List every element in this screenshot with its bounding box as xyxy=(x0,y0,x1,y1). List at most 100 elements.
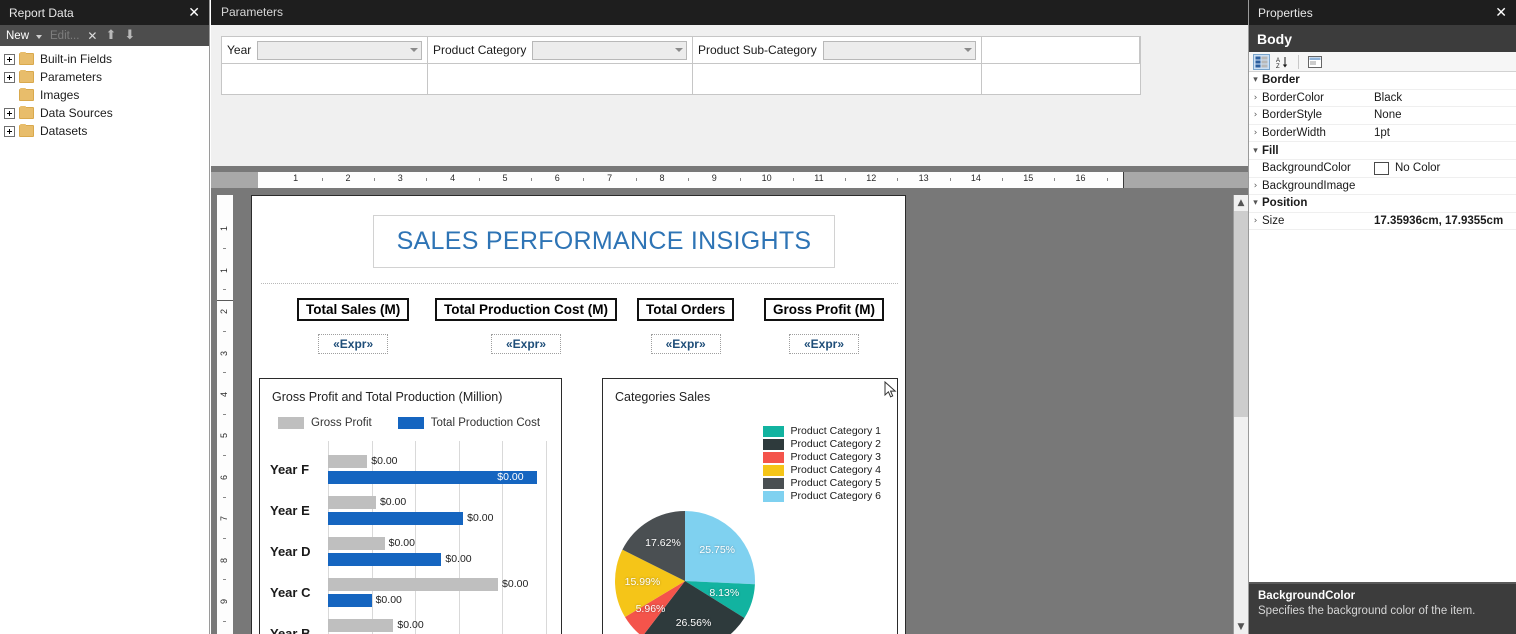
tree-item-built-in-fields[interactable]: Built-in Fields xyxy=(0,50,209,68)
property-row-backgroundimage[interactable]: › BackgroundImage xyxy=(1249,178,1516,196)
property-group-border[interactable]: ▾ Border xyxy=(1249,72,1516,90)
gridline xyxy=(546,441,547,634)
kpi-total-sales[interactable]: Total Sales (M) «Expr» xyxy=(297,298,410,354)
property-row-borderstyle[interactable]: › BorderStyle None xyxy=(1249,107,1516,125)
chevron-down-icon[interactable] xyxy=(675,48,683,52)
canvas-vertical-scrollbar[interactable]: ▲ ▼ xyxy=(1233,195,1248,634)
property-value[interactable]: None xyxy=(1374,109,1516,121)
arrow-down-icon[interactable]: ⬇ xyxy=(122,29,137,42)
ruler-minor-tick xyxy=(583,178,585,181)
ruler-tick: 1 xyxy=(219,267,229,273)
legend-item-gross-profit[interactable]: Gross Profit xyxy=(278,417,372,429)
pie-value-label: 8.13% xyxy=(709,586,740,599)
design-canvas[interactable]: SALES PERFORMANCE INSIGHTS Total Sales (… xyxy=(233,195,1236,634)
category-label: Year D xyxy=(270,544,311,559)
legend-item[interactable]: Product Category 4 xyxy=(762,464,881,476)
parameter-row2-cell3 xyxy=(693,64,982,94)
kpi-label: Gross Profit (M) xyxy=(764,298,885,321)
legend-item[interactable]: Product Category 6 xyxy=(762,490,881,502)
expander-icon[interactable] xyxy=(4,125,15,137)
legend-item[interactable]: Product Category 2 xyxy=(762,438,881,450)
chevron-down-icon[interactable]: ▾ xyxy=(1249,198,1262,208)
ruler-minor-tick xyxy=(897,178,899,181)
color-swatch[interactable] xyxy=(1374,161,1389,175)
chevron-down-icon[interactable]: ▾ xyxy=(1249,146,1262,156)
property-group-fill[interactable]: ▾ Fill xyxy=(1249,142,1516,160)
pie-slices xyxy=(615,511,755,634)
new-button[interactable]: New xyxy=(4,30,31,42)
categorized-icon[interactable] xyxy=(1253,53,1270,70)
parameters-body: Year Product Category Product Sub-Catego… xyxy=(211,25,1248,166)
ruler-tick: 10 xyxy=(761,173,772,183)
report-design-surface: 1 2 3 4 5 6 7 8 9 10 11 12 13 14 15 16 1123456789 SALES… xyxy=(211,166,1248,634)
parameter-label-product-sub-category: Product Sub-Category xyxy=(698,43,817,57)
report-page[interactable]: SALES PERFORMANCE INSIGHTS Total Sales (… xyxy=(251,195,906,634)
property-value[interactable]: 17.35936cm, 17.9355cm xyxy=(1374,215,1516,227)
tree-item-images[interactable]: Images xyxy=(0,86,209,104)
kpi-value[interactable]: «Expr» xyxy=(788,334,860,354)
properties-toolbar: A Z xyxy=(1249,52,1516,72)
chevron-down-icon[interactable]: ▾ xyxy=(1249,75,1262,85)
property-value[interactable]: 1pt xyxy=(1374,127,1516,139)
legend-item[interactable]: Product Category 3 xyxy=(762,451,881,463)
bar-chart-legend: Gross Profit Total Production Cost xyxy=(278,417,561,429)
expander-icon[interactable] xyxy=(4,107,15,119)
legend-item-total-production-cost[interactable]: Total Production Cost xyxy=(397,417,540,429)
kpi-gross-profit[interactable]: Gross Profit (M) «Expr» xyxy=(764,298,885,354)
kpi-value[interactable]: «Expr» xyxy=(650,334,721,354)
chevron-down-icon[interactable]: ▼ xyxy=(1234,619,1248,634)
pie-chart-title: Categories Sales xyxy=(615,390,711,404)
tree-item-datasets[interactable]: Datasets xyxy=(0,122,209,140)
pie-chart[interactable]: Categories Sales Product Category 1 Produ… xyxy=(602,378,898,634)
legend-swatch xyxy=(762,451,784,463)
legend-label: Product Category 3 xyxy=(790,451,881,463)
close-icon[interactable]: ✕ xyxy=(185,6,203,20)
pie-value-label: 15.99% xyxy=(624,575,661,588)
close-icon[interactable]: ✕ xyxy=(1492,6,1510,20)
arrow-up-icon[interactable]: ⬆ xyxy=(103,29,118,42)
chevron-up-icon[interactable]: ▲ xyxy=(1234,195,1248,210)
legend-item[interactable]: Product Category 1 xyxy=(762,425,881,437)
parameter-dropdown-product-category[interactable] xyxy=(532,40,687,60)
chevron-right-icon[interactable]: › xyxy=(1249,216,1262,226)
report-title-box[interactable]: SALES PERFORMANCE INSIGHTS xyxy=(373,215,835,268)
property-group-position[interactable]: ▾ Position xyxy=(1249,195,1516,213)
bar-value-label: $0.00 xyxy=(379,495,407,508)
ruler-minor-tick xyxy=(374,178,376,181)
chevron-right-icon[interactable]: › xyxy=(1249,181,1262,191)
tree-item-data-sources[interactable]: Data Sources xyxy=(0,104,209,122)
ruler-horizontal: 1 2 3 4 5 6 7 8 9 10 11 12 13 14 15 16 xyxy=(211,172,1248,188)
property-row-backgroundcolor[interactable]: BackgroundColor No Color xyxy=(1249,160,1516,178)
chevron-right-icon[interactable]: › xyxy=(1249,128,1262,138)
expander-icon[interactable] xyxy=(4,71,15,83)
tree-item-parameters[interactable]: Parameters xyxy=(0,68,209,86)
expander-icon[interactable] xyxy=(4,53,15,65)
kpi-value[interactable]: «Expr» xyxy=(490,334,561,354)
chevron-right-icon[interactable]: › xyxy=(1249,93,1262,103)
property-row-size[interactable]: › Size 17.35936cm, 17.9355cm xyxy=(1249,213,1516,231)
kpi-value[interactable]: «Expr» xyxy=(318,334,389,354)
legend-item[interactable]: Product Category 5 xyxy=(762,477,881,489)
bar-chart[interactable]: Gross Profit and Total Production (Milli… xyxy=(259,378,562,634)
category-label: Year C xyxy=(270,585,311,600)
property-row-bordercolor[interactable]: › BorderColor Black xyxy=(1249,90,1516,108)
close-icon[interactable]: ✕ xyxy=(85,30,99,42)
kpi-total-production-cost[interactable]: Total Production Cost (M) «Expr» xyxy=(435,298,617,354)
property-value[interactable]: Black xyxy=(1374,92,1516,104)
parameter-dropdown-product-sub-category[interactable] xyxy=(822,40,976,60)
chevron-right-icon[interactable]: › xyxy=(1249,110,1262,120)
tab-parameters[interactable]: Parameters xyxy=(211,0,293,25)
parameter-dropdown-year[interactable] xyxy=(257,40,422,60)
property-page-icon[interactable] xyxy=(1306,54,1323,70)
report-data-title-bar: Report Data ✕ xyxy=(0,0,209,25)
ruler-minor-tick xyxy=(635,178,637,181)
chevron-down-icon[interactable] xyxy=(36,34,43,39)
property-name: BackgroundColor xyxy=(1262,162,1351,175)
sort-az-icon[interactable]: A Z xyxy=(1274,54,1291,70)
scrollbar-thumb[interactable] xyxy=(1234,211,1248,417)
kpi-total-orders[interactable]: Total Orders «Expr» xyxy=(637,298,735,354)
property-row-borderwidth[interactable]: › BorderWidth 1pt xyxy=(1249,125,1516,143)
chevron-down-icon[interactable] xyxy=(410,48,418,52)
chevron-down-icon[interactable] xyxy=(964,48,972,52)
property-name: BorderWidth xyxy=(1262,127,1326,140)
